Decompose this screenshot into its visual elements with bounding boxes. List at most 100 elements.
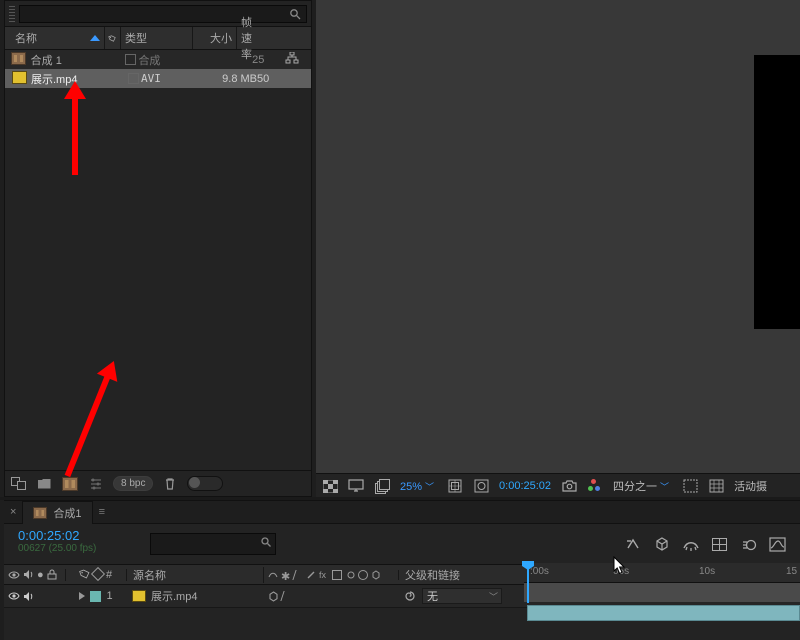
project-search-input[interactable] <box>19 5 307 23</box>
label-swatch[interactable] <box>125 73 141 84</box>
project-settings-icon[interactable] <box>87 476 105 492</box>
draft3d-icon[interactable] <box>653 536 670 553</box>
time-ruler[interactable]: :00s 05s 10s 15 <box>524 563 800 603</box>
new-composition-button[interactable] <box>61 476 79 492</box>
label-columns: # <box>66 569 127 581</box>
tick-label: :00s <box>530 566 549 577</box>
stack-icon[interactable] <box>374 478 390 494</box>
parent-dropdown[interactable]: 无﹀ <box>422 588 502 604</box>
column-size[interactable]: 大小 <box>193 27 237 49</box>
label-column-icon[interactable] <box>79 567 92 580</box>
column-type[interactable]: 类型 <box>121 27 193 49</box>
resolution-dropdown[interactable]: 四分之一﹀ <box>613 478 672 494</box>
shy-toggle-icon[interactable] <box>682 536 699 553</box>
bit-depth-button[interactable]: 8 bpc <box>113 476 153 491</box>
tab-composition[interactable]: 合成1 <box>22 501 92 524</box>
pickwhip-icon[interactable] <box>404 590 416 602</box>
visibility-column-icon[interactable] <box>8 570 20 580</box>
current-time: 0:00:25:02 <box>18 528 136 543</box>
item-name: 合成 1 <box>31 52 123 68</box>
composition-view <box>754 55 800 329</box>
label-swatch[interactable] <box>123 54 139 65</box>
expand-layer-icon[interactable] <box>79 592 85 600</box>
tick-label: 05s <box>613 566 629 577</box>
project-row-footage[interactable]: 展示.mp4 AVI 9.8 MB 50 <box>5 69 311 88</box>
monitor-icon[interactable] <box>348 478 364 494</box>
layer-label-swatch[interactable] <box>90 591 101 602</box>
comp-mini-flowchart-icon[interactable] <box>624 536 641 553</box>
layer-audio-toggle[interactable] <box>23 591 34 602</box>
flowchart-icon[interactable] <box>285 52 305 67</box>
alpha-toggle-icon[interactable] <box>322 478 338 494</box>
layer-track <box>524 602 800 624</box>
quality-switch-icon[interactable] <box>306 570 316 580</box>
audio-column-icon[interactable] <box>23 569 34 580</box>
parent-column[interactable]: 父级和链接 <box>399 567 537 583</box>
mask-toggle-icon[interactable] <box>473 478 489 494</box>
collapse-switch-icon[interactable] <box>292 570 304 580</box>
project-row-comp[interactable]: 合成 1 合成 25 <box>5 50 311 69</box>
adjustment-switch-icon[interactable] <box>358 570 368 580</box>
playhead[interactable] <box>527 563 529 603</box>
timecode-display[interactable]: 0:00:25:02 00627 (25.00 fps) <box>4 524 144 564</box>
timeline-search-input[interactable] <box>150 533 276 555</box>
project-columns-header: 名称 类型 大小 帧速率 <box>5 27 311 50</box>
zoom-dropdown[interactable]: 25%﹀ <box>400 480 437 493</box>
tab-menu-icon[interactable]: ≡ <box>99 506 105 518</box>
item-type: AVI <box>141 72 213 85</box>
av-columns: ● <box>4 569 66 581</box>
channel-icon[interactable] <box>587 478 603 494</box>
panel-grip-icon[interactable] <box>9 6 15 22</box>
timeline-header: 0:00:25:02 00627 (25.00 fps) <box>4 524 800 565</box>
transparency-grid-icon[interactable] <box>708 478 724 494</box>
layer-quality-icon[interactable] <box>280 591 292 601</box>
snapshot-button[interactable] <box>561 478 577 494</box>
frame-blend-icon[interactable] <box>711 536 728 553</box>
effects-switch-icon[interactable]: fx <box>319 570 329 580</box>
graph-editor-icon[interactable] <box>769 536 786 553</box>
motion-blur-icon[interactable] <box>740 536 757 553</box>
tab-label: 合成1 <box>53 505 81 521</box>
column-framerate[interactable]: 帧速率 <box>237 27 265 49</box>
layer-clip-bar[interactable] <box>527 605 800 621</box>
project-footer: 8 bpc <box>5 470 311 496</box>
tick-label: 10s <box>699 566 715 577</box>
project-search-row <box>5 1 311 27</box>
delete-button[interactable] <box>161 476 179 492</box>
motionblur-switch-icon[interactable] <box>345 570 355 580</box>
source-name-column[interactable]: 源名称 <box>127 567 264 583</box>
preview-panel[interactable] <box>316 0 800 475</box>
safe-zones-icon[interactable] <box>447 478 463 494</box>
keyframe-column-icon[interactable] <box>91 566 105 580</box>
preview-timecode[interactable]: 0:00:25:02 <box>499 480 551 492</box>
item-size: 9.8 MB <box>213 73 257 85</box>
work-area-bar[interactable] <box>524 583 800 602</box>
tag-icon <box>107 32 117 45</box>
search-icon <box>260 536 272 551</box>
num-column[interactable]: # <box>106 569 112 581</box>
3d-switch-icon[interactable] <box>371 570 381 580</box>
shy-switch-icon[interactable] <box>268 570 278 580</box>
sort-ascending-icon <box>90 35 100 41</box>
timeline-tabs: × 合成1 ≡ <box>4 501 800 524</box>
item-name: 展示.mp4 <box>31 71 125 87</box>
camera-dropdown[interactable]: 活动摄 <box>734 478 767 494</box>
close-tab-icon[interactable]: × <box>10 506 16 518</box>
column-label[interactable] <box>105 27 121 49</box>
fx-switch-icon[interactable]: ✱ <box>281 570 291 580</box>
column-name[interactable]: 名称 <box>11 27 105 49</box>
composition-icon <box>33 507 47 519</box>
new-folder-button[interactable] <box>35 476 53 492</box>
frameblend-switch-icon[interactable] <box>332 570 342 580</box>
composition-icon <box>11 52 27 68</box>
roi-icon[interactable] <box>682 478 698 494</box>
lock-column-icon[interactable] <box>47 569 57 580</box>
layer-number: 1 <box>106 590 112 602</box>
timeline-toolbar <box>144 524 800 564</box>
layer-switch-icon[interactable] <box>268 591 279 602</box>
solo-column-icon[interactable]: ● <box>37 569 44 581</box>
layer-visibility-toggle[interactable] <box>8 591 20 601</box>
interpret-footage-icon[interactable] <box>9 476 27 492</box>
project-search-toggle[interactable] <box>187 476 223 491</box>
timeline-panel: × 合成1 ≡ 0:00:25:02 00627 (25.00 fps) <box>4 500 800 640</box>
